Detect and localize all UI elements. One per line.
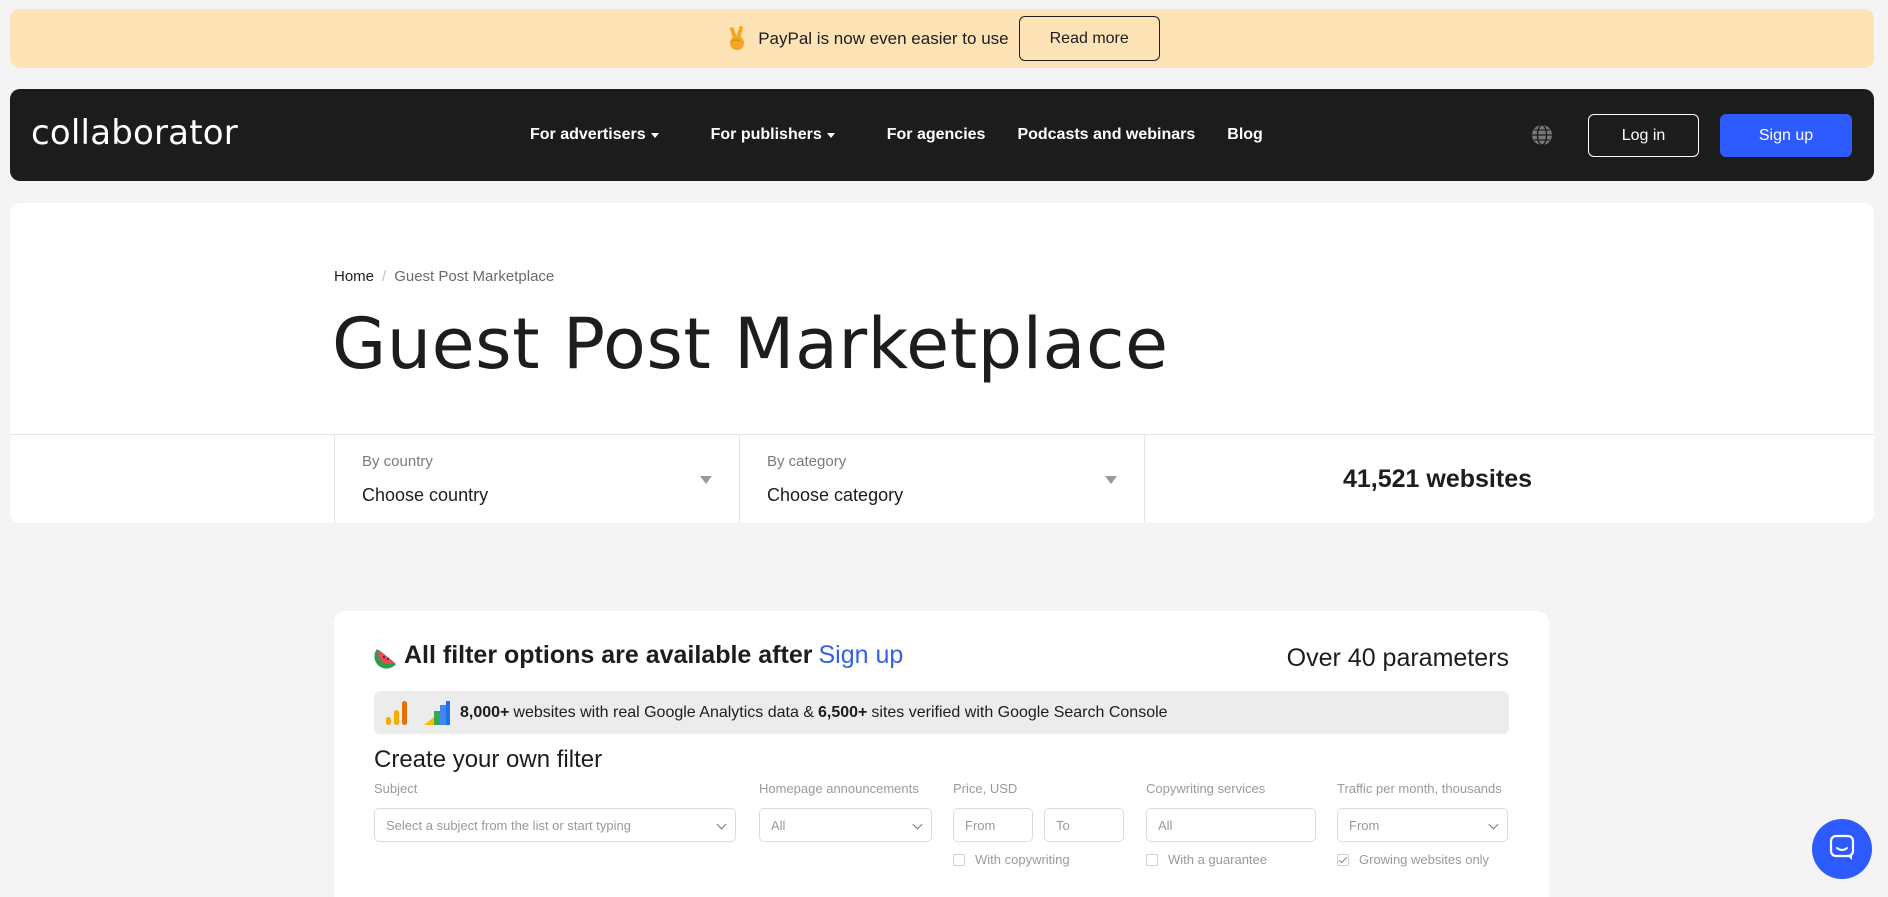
traffic-label: Traffic per month, thousands — [1337, 781, 1502, 796]
login-button[interactable]: Log in — [1588, 114, 1699, 157]
subject-placeholder: Select a subject from the list or start … — [386, 817, 631, 833]
price-to-input[interactable]: To — [1044, 808, 1124, 842]
nav-menu: For advertisers For publishers For agenc… — [530, 89, 1295, 181]
category-select-value: Choose category — [767, 485, 904, 505]
nav-item-label: For publishers — [710, 126, 822, 143]
breadcrumb-current: Guest Post Marketplace — [394, 268, 555, 285]
price-range: From To — [953, 808, 1124, 842]
caret-down-icon — [650, 132, 659, 138]
analytics-info-bar: 8,000+ websites with real Google Analyti… — [374, 691, 1509, 734]
banner-text: PayPal is now even easier to use — [758, 28, 1009, 48]
copywriting-value: All — [1158, 817, 1173, 833]
create-filter-title: Create your own filter — [374, 746, 603, 773]
nav-item-label: Blog — [1227, 126, 1263, 143]
globe-icon[interactable] — [1530, 123, 1554, 147]
chat-bubble-icon — [1828, 833, 1856, 866]
triangle-down-icon — [700, 476, 712, 484]
category-select-label: By category — [767, 453, 847, 470]
subject-label: Subject — [374, 781, 418, 796]
homepage-field: Homepage announcements All — [759, 781, 932, 842]
triangle-down-icon — [1105, 476, 1117, 484]
nav-item-podcasts[interactable]: Podcasts and webinars — [1017, 126, 1195, 144]
caret-down-icon — [826, 132, 835, 138]
parameters-count: Over 40 parameters — [1286, 644, 1509, 672]
main-navbar: collaborator For advertisers For publish… — [10, 89, 1874, 181]
category-select[interactable]: By category Choose category — [739, 435, 1144, 523]
victory-hand-icon — [724, 25, 750, 52]
breadcrumb: Home / Guest Post Marketplace — [334, 268, 554, 285]
price-label: Price, USD — [953, 781, 1018, 796]
hero-section: Home / Guest Post Marketplace Guest Post… — [10, 203, 1874, 523]
google-analytics-icon — [384, 699, 414, 727]
headline-text: All filter options are available after — [404, 641, 813, 669]
signup-button[interactable]: Sign up — [1720, 114, 1852, 157]
nav-item-blog[interactable]: Blog — [1227, 126, 1263, 144]
checkbox-box[interactable] — [953, 853, 965, 866]
subject-field: Subject Select a subject from the list o… — [374, 781, 736, 842]
price-field: Price, USD From To With copywriting — [953, 781, 1124, 867]
checkbox-box[interactable] — [1337, 853, 1349, 866]
checkbox-box[interactable] — [1146, 853, 1158, 866]
quick-filters: By country Choose country By category Ch… — [334, 435, 1730, 523]
price-to-placeholder: To — [1056, 817, 1070, 833]
headline-signup-link[interactable]: Sign up — [818, 641, 903, 670]
traffic-value: From — [1349, 817, 1380, 833]
ga-stat-2: 6,500+ — [818, 703, 868, 721]
filter-card-headline: All filter options are available after S… — [374, 641, 903, 670]
country-select-value: Choose country — [362, 485, 489, 505]
nav-item-label: For agencies — [886, 126, 986, 143]
nav-item-for-publishers[interactable]: For publishers — [711, 126, 835, 144]
chevron-down-icon — [912, 819, 923, 830]
price-from-input[interactable]: From — [953, 808, 1033, 842]
with-guarantee-checkbox[interactable]: With a guarantee — [1146, 852, 1316, 867]
chevron-down-icon — [1488, 819, 1499, 830]
price-from-placeholder: From — [965, 817, 996, 833]
filter-card: All filter options are available after S… — [334, 611, 1549, 897]
chevron-down-icon — [716, 819, 727, 830]
breadcrumb-separator: / — [382, 268, 387, 285]
page-title: Guest Post Marketplace — [332, 303, 1169, 385]
ga-text-2: sites verified with Google Search Consol… — [871, 703, 1168, 721]
traffic-field: Traffic per month, thousands From Growin… — [1337, 781, 1508, 867]
copywriting-select[interactable]: All — [1146, 808, 1316, 842]
logo[interactable]: collaborator — [31, 113, 238, 153]
traffic-select[interactable]: From — [1337, 808, 1508, 842]
checkbox-label: With copywriting — [975, 852, 1070, 867]
ga-text-1: websites with real Google Analytics data… — [513, 703, 814, 721]
copywriting-field: Copywriting services All With a guarante… — [1146, 781, 1316, 867]
checkbox-label: With a guarantee — [1168, 852, 1268, 867]
subject-select[interactable]: Select a subject from the list or start … — [374, 808, 736, 842]
growing-websites-checkbox[interactable]: Growing websites only — [1337, 852, 1508, 867]
nav-item-label: For advertisers — [530, 126, 646, 143]
nav-item-label: Podcasts and webinars — [1017, 126, 1196, 143]
announcement-banner: PayPal is now even easier to use Read mo… — [10, 9, 1874, 68]
copywriting-label: Copywriting services — [1146, 781, 1266, 796]
ga-stat-1: 8,000+ — [460, 703, 510, 721]
nav-item-for-advertisers[interactable]: For advertisers — [530, 126, 659, 144]
read-more-button[interactable]: Read more — [1018, 16, 1160, 61]
country-select[interactable]: By country Choose country — [334, 435, 739, 523]
watermelon-icon — [374, 643, 400, 669]
chat-launcher[interactable] — [1812, 819, 1872, 879]
with-copywriting-checkbox[interactable]: With copywriting — [953, 852, 1124, 867]
homepage-label: Homepage announcements — [759, 781, 919, 796]
breadcrumb-home[interactable]: Home — [334, 268, 374, 285]
country-select-label: By country — [362, 453, 433, 470]
search-console-icon — [422, 699, 452, 727]
checkbox-label: Growing websites only — [1359, 852, 1490, 867]
homepage-value: All — [771, 817, 786, 833]
homepage-select[interactable]: All — [759, 808, 932, 842]
website-count: 41,521 websites — [1144, 435, 1730, 523]
nav-item-for-agencies[interactable]: For agencies — [887, 126, 986, 144]
